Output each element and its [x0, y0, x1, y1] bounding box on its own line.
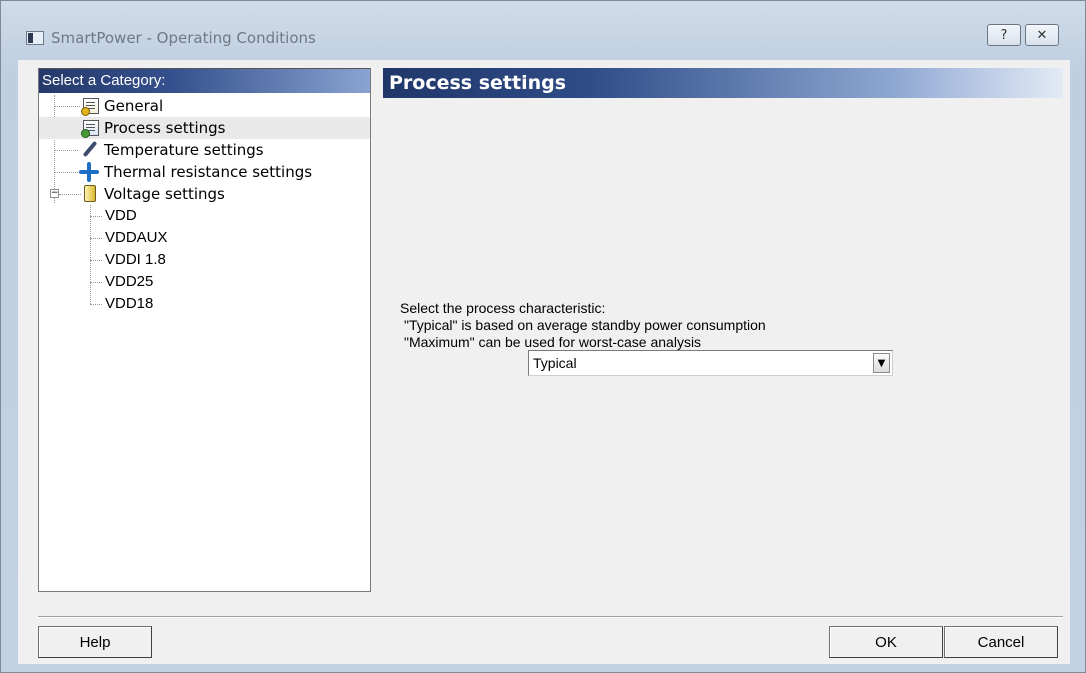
chevron-down-icon: ▼	[877, 357, 886, 369]
tree-item-label: Temperature settings	[104, 141, 264, 159]
ok-button[interactable]: OK	[829, 626, 943, 658]
dropdown-button[interactable]: ▼	[873, 353, 890, 373]
tree-item-vdd25[interactable]: VDD25	[39, 271, 370, 293]
close-button[interactable]: ✕	[1025, 24, 1059, 46]
description-line: Select the process characteristic:	[400, 300, 606, 316]
question-icon: ?	[1000, 27, 1008, 43]
tree-item-temperature-settings[interactable]: Temperature settings	[39, 139, 370, 161]
tree-item-label: VDD	[105, 207, 137, 224]
tree-item-label: VDD25	[105, 273, 154, 290]
document-gear-icon	[81, 98, 99, 116]
tree-item-general[interactable]: General	[39, 95, 370, 117]
collapse-toggle[interactable]: −	[50, 189, 59, 198]
title-bar[interactable]: SmartPower - Operating Conditions ? ✕	[1, 1, 1085, 69]
window-title: SmartPower - Operating Conditions	[51, 29, 316, 47]
category-tree: General Process settings Temperature set…	[39, 95, 370, 315]
tree-item-vddi-1-8[interactable]: VDDI 1.8	[39, 249, 370, 271]
tree-item-process-settings[interactable]: Process settings	[39, 117, 370, 139]
tree-item-label: VDDAUX	[105, 229, 168, 246]
category-tree-panel: Select a Category: General Process setti…	[38, 68, 371, 592]
fan-icon	[79, 162, 99, 182]
footer-separator	[38, 616, 1063, 618]
battery-icon	[84, 185, 96, 202]
tree-item-label: Thermal resistance settings	[104, 163, 313, 181]
tree-item-thermal-resistance-settings[interactable]: Thermal resistance settings	[39, 161, 370, 183]
dialog-window: SmartPower - Operating Conditions ? ✕ Se…	[0, 0, 1086, 673]
description-line: "Typical" is based on average standby po…	[404, 317, 766, 333]
app-icon	[26, 31, 44, 45]
close-icon: ✕	[1036, 27, 1048, 43]
process-select-value: Typical	[533, 355, 577, 371]
help-title-button[interactable]: ?	[987, 24, 1021, 46]
help-button[interactable]: Help	[38, 626, 152, 658]
dialog-client-area: Select a Category: General Process setti…	[18, 60, 1070, 664]
tree-item-vdd[interactable]: VDD	[39, 205, 370, 227]
tree-item-label: VDDI 1.8	[105, 251, 166, 268]
process-select[interactable]: Typical ▼	[528, 350, 893, 376]
tree-item-vdd18[interactable]: VDD18	[39, 293, 370, 315]
cancel-button[interactable]: Cancel	[944, 626, 1058, 658]
section-header: Process settings	[383, 68, 1063, 98]
tree-item-label: VDD18	[105, 295, 154, 312]
tree-item-label: General	[104, 97, 164, 115]
description-line: "Maximum" can be used for worst-case ana…	[404, 334, 702, 350]
thermometer-icon	[79, 140, 99, 160]
tree-item-label: Process settings	[104, 119, 226, 137]
document-chip-icon	[81, 120, 99, 138]
process-description: Select the process characteristic: "Typi…	[400, 300, 766, 351]
tree-item-label: Voltage settings	[104, 185, 225, 203]
tree-item-vddaux[interactable]: VDDAUX	[39, 227, 370, 249]
tree-item-voltage-settings[interactable]: − Voltage settings	[39, 183, 370, 205]
category-tree-header: Select a Category:	[39, 69, 370, 93]
